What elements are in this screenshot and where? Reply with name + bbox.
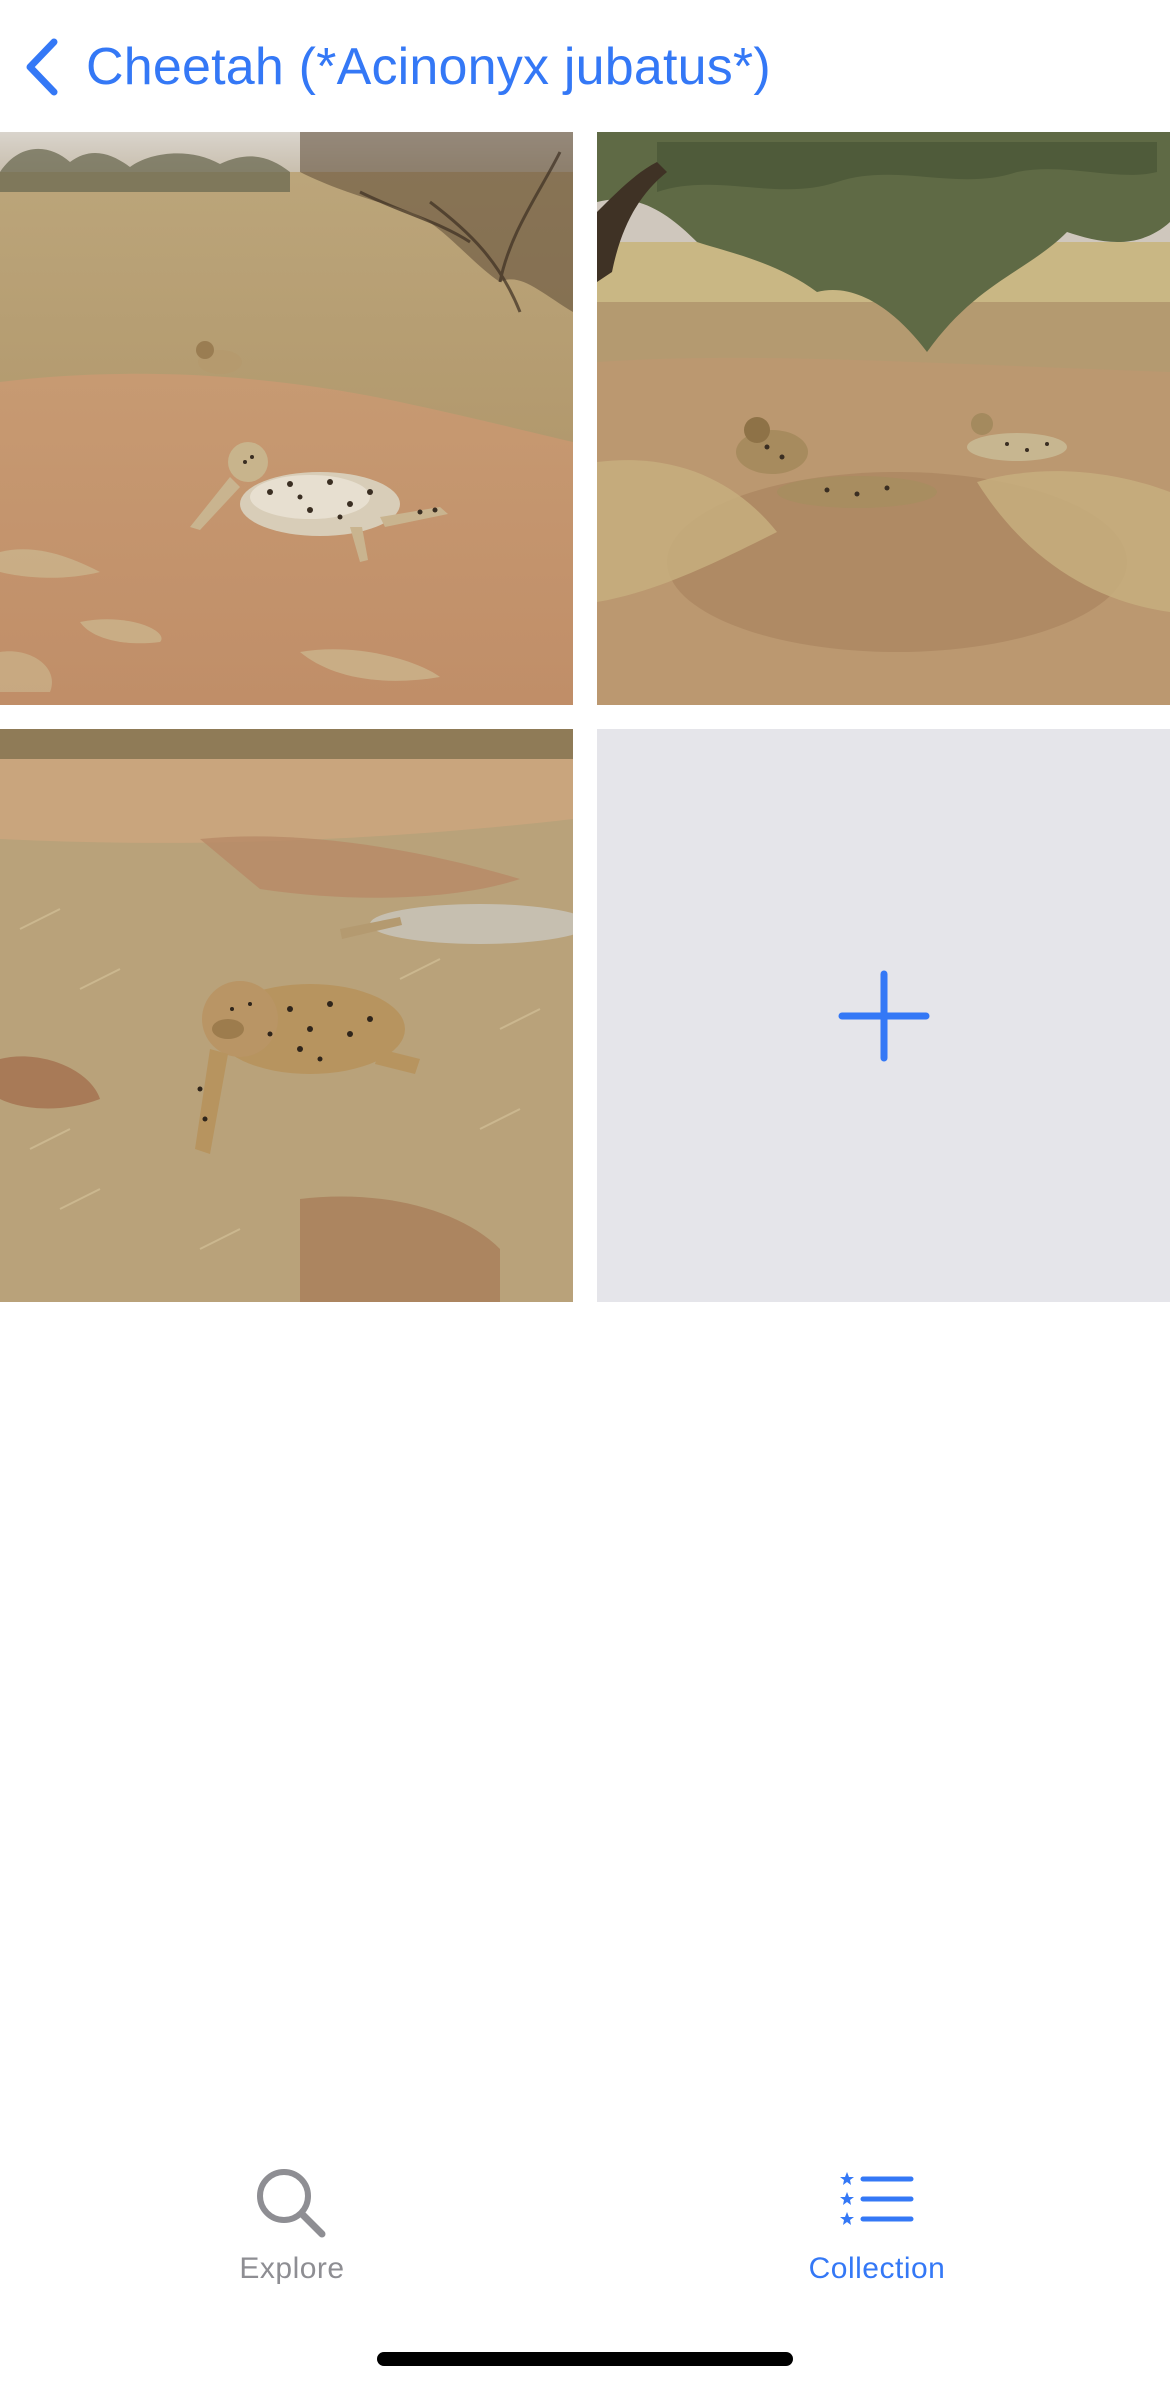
- tab-explore-label: Explore: [239, 2252, 345, 2285]
- cheetah-photo-3: [0, 729, 573, 1302]
- plus-icon: [838, 970, 930, 1062]
- photo-tile-2[interactable]: [597, 132, 1170, 705]
- navigation-bar: Cheetah (*Acinonyx jubatus*): [0, 0, 1170, 132]
- tab-collection[interactable]: Collection: [727, 2166, 1027, 2296]
- home-indicator[interactable]: [377, 2352, 793, 2366]
- cheetah-photo-2: [597, 132, 1170, 705]
- tab-bar: Explore Collection: [0, 2140, 1170, 2300]
- cheetah-photo-1: [0, 132, 573, 705]
- tab-collection-label: Collection: [808, 2252, 946, 2285]
- page-title: Cheetah (*Acinonyx jubatus*): [86, 38, 771, 96]
- photo-tile-3[interactable]: [0, 729, 573, 1302]
- chevron-left-icon: [26, 38, 58, 96]
- tab-explore[interactable]: Explore: [142, 2166, 442, 2296]
- add-photo-button[interactable]: [597, 729, 1170, 1302]
- back-button[interactable]: Cheetah (*Acinonyx jubatus*): [20, 28, 771, 106]
- photo-tile-1[interactable]: [0, 132, 573, 705]
- search-icon: [257, 2169, 326, 2238]
- starred-list-icon: [840, 2172, 914, 2225]
